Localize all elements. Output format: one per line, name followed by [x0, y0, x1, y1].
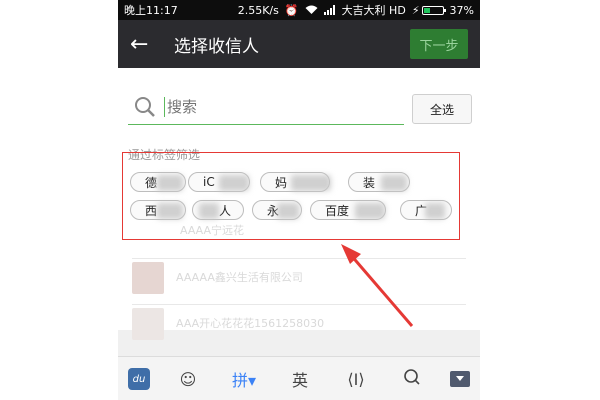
annotation-arrow [341, 244, 414, 327]
